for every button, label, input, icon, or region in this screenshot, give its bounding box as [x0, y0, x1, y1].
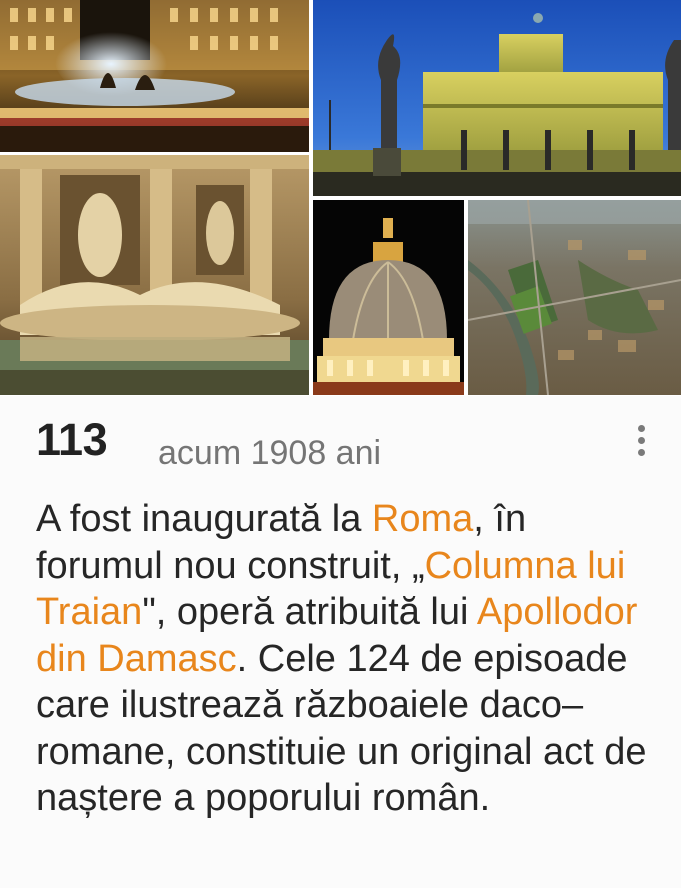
rome-aerial-photo [468, 200, 681, 395]
more-options-button[interactable] [624, 418, 658, 462]
time-ago-label: acum 1908 ani [158, 434, 382, 472]
event-description: A fost inaugurată la Roma, în forumul no… [36, 496, 656, 822]
castel-sant-angelo-photo [313, 0, 681, 196]
more-vert-icon [637, 424, 645, 432]
trevi-fountain-photo [0, 155, 309, 395]
event-header: 113 acum 1908 ani [0, 396, 681, 488]
photo-collage[interactable] [0, 0, 681, 396]
link-roma[interactable]: Roma [372, 498, 473, 540]
description-text: A fost inaugurată la [36, 498, 372, 540]
st-peters-dome-photo [313, 200, 464, 395]
event-year: 113 [36, 414, 108, 465]
more-vert-icon-dot [637, 448, 645, 456]
event-card[interactable]: 113 acum 1908 ani A fost inaugurată la R… [0, 0, 681, 888]
more-vert-icon-dot [637, 436, 645, 444]
fountain-naiads-photo [0, 0, 309, 152]
description-text: ", operă atribuită lui [142, 591, 477, 633]
